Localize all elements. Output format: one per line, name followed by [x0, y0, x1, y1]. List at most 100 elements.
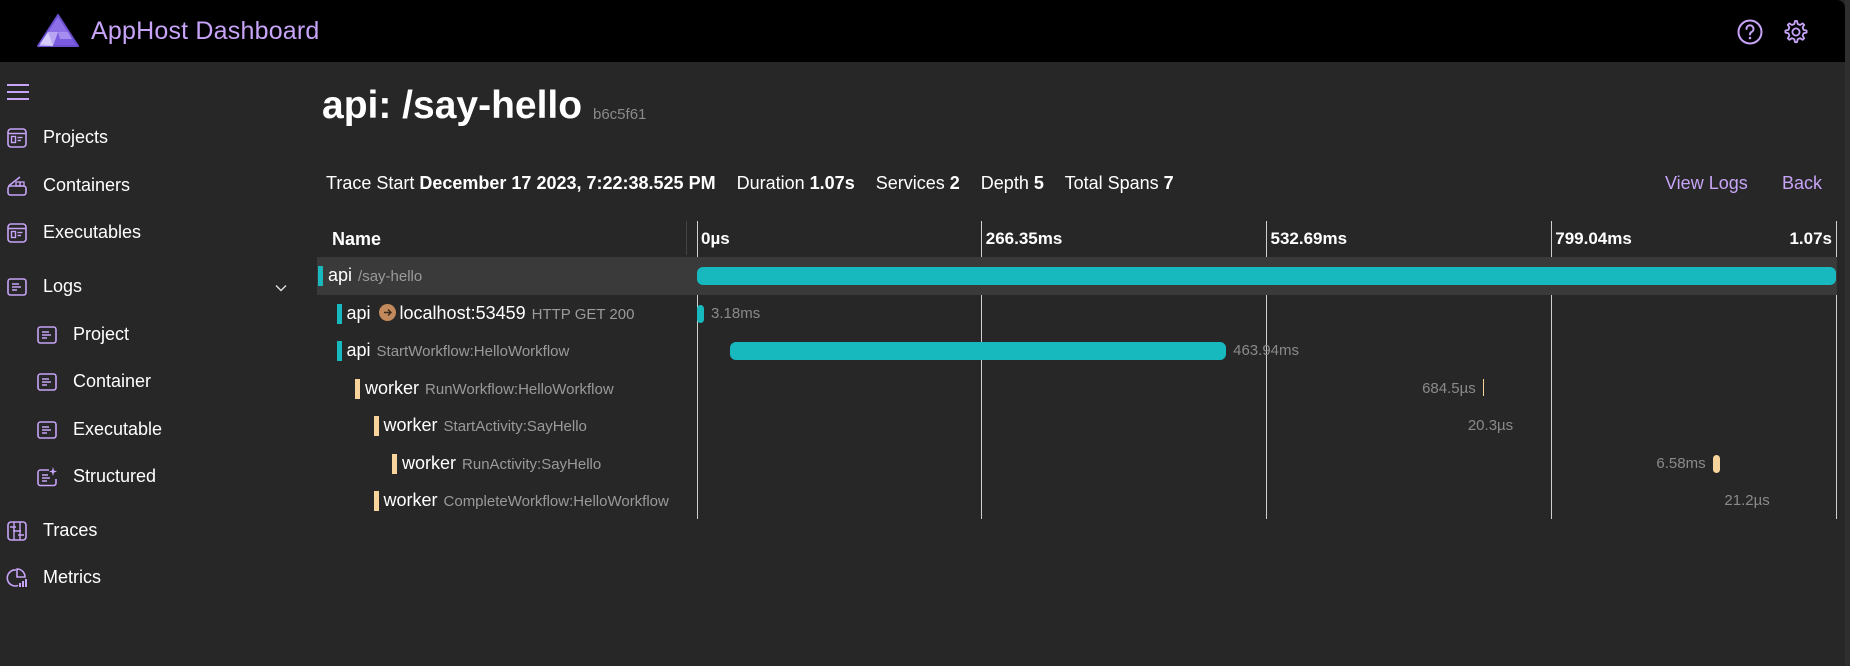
span-name-cell[interactable]: api localhost:53459 HTTP GET 200: [317, 295, 685, 333]
span-duration-bar[interactable]: [697, 304, 704, 323]
sidebar-item-label: Logs: [43, 276, 83, 296]
trace-span-grid: Name 0µs 266.35ms 532.69ms 799.04ms 1.07s ap…: [317, 219, 1837, 519]
span-name-cell[interactable]: worker RunWorkflow:HelloWorkflow: [317, 370, 685, 408]
window-edge-scrollbar[interactable]: [1845, 0, 1850, 666]
span-duration-bar[interactable]: [697, 267, 1836, 285]
service-color-indicator: [355, 378, 360, 399]
traces-gantt-icon: [7, 521, 27, 541]
app-window-icon: [7, 223, 27, 243]
span-name-cell[interactable]: worker RunActivity:SayHello: [317, 445, 685, 483]
trace-id: b6c5f61: [593, 106, 647, 123]
gear-icon[interactable]: [1782, 18, 1810, 46]
sidebar-item-label: Executable: [73, 419, 163, 439]
sidebar-item-label: Project: [73, 324, 130, 344]
span-duration-label: 6.58ms: [1656, 454, 1706, 472]
span-duration-label: 21.2µs: [1724, 492, 1770, 509]
trace-start-value: December 17 2023, 7:22:38.525 PM: [419, 173, 716, 193]
span-operation-name: StartWorkflow:HelloWorkflow: [376, 343, 570, 360]
span-name-cell[interactable]: worker CompleteWorkflow:HelloWorkflow: [317, 482, 685, 520]
span-label: api StartWorkflow:HelloWorkflow: [347, 340, 570, 361]
sidebar-item-containers[interactable]: Containers: [0, 168, 300, 204]
span-row[interactable]: api localhost:53459 HTTP GET 200 3.18ms: [317, 295, 1837, 333]
sidebar-nav: Projects Containers Executables Logs Pro…: [0, 62, 300, 666]
log-text-icon: [37, 326, 57, 344]
span-label: api/say-hello: [328, 265, 422, 286]
span-row[interactable]: worker CompleteWorkflow:HelloWorkflow 21.2…: [317, 482, 1837, 520]
service-color-indicator: [318, 266, 323, 286]
trace-depth: Depth 5: [981, 173, 1044, 193]
span-operation-name: /say-hello: [358, 268, 423, 285]
sidebar-item-logs-project[interactable]: Project: [0, 317, 300, 353]
sidebar-item-metrics[interactable]: Metrics: [0, 560, 300, 596]
sidebar-item-label: Projects: [43, 127, 109, 147]
pie-chart-icon: [6, 568, 27, 587]
sidebar-item-label: Executables: [43, 222, 142, 242]
total-spans-value: 7: [1163, 173, 1174, 193]
span-row[interactable]: worker StartActivity:SayHello 20.3µs: [317, 407, 1837, 445]
service-color-indicator: [336, 303, 342, 324]
duration-label: Duration: [736, 173, 805, 193]
total-spans-label: Total Spans: [1064, 173, 1159, 193]
services-value: 2: [949, 173, 960, 193]
sidebar-item-projects[interactable]: Projects: [0, 120, 300, 156]
span-duration-bar[interactable]: [1712, 454, 1720, 473]
hamburger-menu-icon[interactable]: [7, 84, 29, 101]
trace-total-spans: Total Spans 7: [1065, 173, 1174, 193]
span-operation-name: RunActivity:SayHello: [462, 455, 602, 473]
span-row[interactable]: api StartWorkflow:HelloWorkflow 463.94ms: [317, 332, 1837, 370]
service-color-indicator: [373, 491, 379, 511]
span-name-cell[interactable]: api/say-hello: [317, 257, 685, 295]
top-bar: AppHost Dashboard: [0, 0, 1845, 62]
sidebar-item-label: Structured: [73, 466, 157, 486]
span-operation-name: CompleteWorkflow:HelloWorkflow: [443, 493, 669, 510]
depth-value: 5: [1033, 173, 1044, 193]
sidebar-item-traces[interactable]: Traces: [0, 513, 300, 549]
service-name: worker: [402, 452, 457, 473]
sidebar-item-logs[interactable]: Logs: [0, 269, 300, 305]
app-window-icon: [7, 128, 27, 148]
timeline-tick-label: 532.69ms: [1270, 229, 1348, 248]
service-name: worker: [365, 377, 420, 398]
trace-services: Services 2: [876, 173, 960, 193]
app-title[interactable]: AppHost Dashboard: [91, 17, 320, 46]
span-row[interactable]: api/say-hello: [317, 257, 1837, 295]
sidebar-item-label: Container: [73, 371, 152, 391]
service-color-indicator: [336, 341, 342, 361]
back-link[interactable]: Back: [1782, 173, 1822, 194]
span-operation-name: RunWorkflow:HelloWorkflow: [425, 380, 614, 398]
span-name-cell[interactable]: worker StartActivity:SayHello: [317, 407, 685, 445]
sidebar-item-logs-executable[interactable]: Executable: [0, 412, 300, 448]
trace-start: Trace Start December 17 2023, 7:22:38.52…: [326, 173, 716, 193]
span-name-cell[interactable]: api StartWorkflow:HelloWorkflow: [317, 332, 685, 370]
span-row[interactable]: worker RunWorkflow:HelloWorkflow 684.5µs: [317, 370, 1837, 408]
span-duration-bar[interactable]: [730, 342, 1227, 360]
timeline-tick-label: 266.35ms: [985, 229, 1063, 248]
timeline-tick-label: 0µs: [701, 229, 730, 248]
service-name: api: [346, 340, 371, 360]
sidebar-item-logs-structured[interactable]: Structured: [0, 459, 300, 495]
log-text-icon: [7, 278, 27, 296]
trace-start-label: Trace Start: [326, 173, 415, 193]
view-logs-link[interactable]: View Logs: [1665, 173, 1748, 194]
span-duration-label: 3.18ms: [711, 304, 761, 322]
peer-host: localhost:53459: [399, 302, 526, 323]
span-duration-bar[interactable]: [1482, 378, 1485, 396]
span-label: worker CompleteWorkflow:HelloWorkflow: [384, 490, 669, 511]
log-text-icon: [37, 373, 57, 391]
name-column-header[interactable]: Name: [332, 229, 381, 250]
help-circle-icon[interactable]: [1736, 18, 1764, 46]
container-box-icon: [7, 176, 27, 196]
sidebar-item-label: Containers: [43, 175, 131, 195]
column-resize-divider[interactable]: [686, 221, 687, 255]
span-duration-label: 463.94ms: [1233, 342, 1299, 359]
span-row[interactable]: worker RunActivity:SayHello 6.58ms: [317, 445, 1837, 483]
service-name: api: [328, 265, 353, 285]
sidebar-item-logs-container[interactable]: Container: [0, 364, 300, 400]
duration-value: 1.07s: [809, 173, 855, 193]
log-sparkle-icon: [37, 467, 57, 487]
service-color-indicator: [373, 416, 379, 436]
outgoing-call-arrow-icon: [378, 303, 396, 321]
chevron-down-icon[interactable]: [274, 281, 288, 295]
span-label: worker RunActivity:SayHello: [402, 453, 601, 474]
sidebar-item-executables[interactable]: Executables: [0, 215, 300, 251]
